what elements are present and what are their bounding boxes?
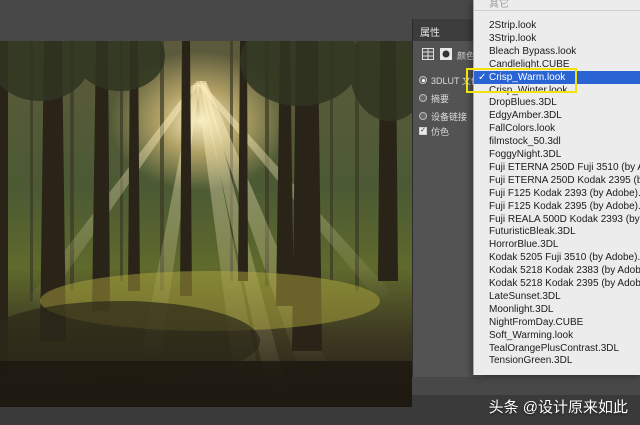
lut-menu-item-label: Kodak 5218 Kodak 2395 (by Adobe).cub (489, 278, 640, 289)
lut-menu-item[interactable]: Fuji ETERNA 250D Kodak 2395 (by Ado (474, 174, 640, 187)
lut-menu-item-label: Soft_Warming.look (489, 329, 574, 341)
lut-menu-item-label: Bleach Bypass.look (489, 45, 577, 57)
checkbox-dither[interactable]: ✓ (419, 127, 427, 135)
lut-menu-item-label: Candlelight.CUBE (489, 58, 570, 70)
properties-panel-title: 属性 (420, 28, 440, 39)
lut-menu-item-label: 3Strip.look (489, 32, 537, 44)
lut-menu-item-label: DropBlues.3DL (489, 97, 557, 109)
lut-menu-item[interactable]: FuturisticBleak.3DL (474, 225, 640, 238)
lut-menu-item[interactable]: FallColors.look (474, 122, 640, 135)
radio-abstract[interactable] (419, 94, 427, 102)
lut-menu-item[interactable]: filmstock_50.3dl (474, 135, 640, 148)
lut-menu-item[interactable]: HorrorBlue.3DL (474, 238, 640, 251)
lut-menu-item[interactable]: 2Strip.look (474, 19, 640, 32)
watermark: 头条 @设计原来如此 (488, 399, 628, 416)
forest-photo-drawing (0, 41, 412, 407)
lut-menu-item-label: 2Strip.look (489, 20, 537, 31)
lut-menu-item-label: FuturisticBleak.3DL (489, 226, 576, 238)
lut-menu-item[interactable]: FoggyNight.3DL (474, 148, 640, 161)
lut-menu-item[interactable]: TensionGreen.3DL (474, 354, 640, 367)
option-3dlut-file[interactable]: 3DLUT 文件 (419, 73, 480, 87)
lut-menu-item[interactable]: NightFromDay.CUBE (474, 316, 640, 329)
lut-menu-item-label: Fuji F125 Kodak 2395 (by Adobe).cube (489, 200, 640, 212)
lut-menu-item[interactable]: LateSunset.3DL (474, 290, 640, 303)
lut-menu-item[interactable]: TealOrangePlusContrast.3DL (474, 342, 640, 355)
radio-device-link[interactable] (419, 112, 427, 120)
lut-menu-item[interactable]: EdgyAmber.3DL (474, 109, 640, 122)
option-abstract-label: 摘要 (431, 93, 450, 104)
option-dither[interactable]: ✓ 仿色 (419, 124, 449, 138)
lut-menu-item-label: Fuji ETERNA 250D Kodak 2395 (by Ado (489, 174, 640, 186)
lut-menu-item[interactable]: Moonlight.3DL (474, 303, 640, 316)
lut-menu-item-label: TealOrangePlusContrast.3DL (489, 342, 620, 354)
grid-table-icon[interactable] (422, 48, 434, 60)
lut-menu-item-label: Kodak 5218 Kodak 2383 (by Adobe).cub (489, 265, 640, 277)
lut-menu-item-label: FallColors.look (489, 123, 556, 135)
option-abstract[interactable]: 摘要 (419, 91, 449, 105)
lut-menu-item[interactable]: Fuji REALA 500D Kodak 2393 (by Adobe (474, 213, 640, 226)
lut-dropdown-menu: 其它 2Strip.look 3Strip.look Bleach Bypass.l… (473, 0, 640, 375)
option-device-link[interactable]: 设备链接 (419, 109, 467, 123)
lut-menu-item[interactable]: Soft_Warming.look (474, 329, 640, 342)
lut-menu-item-label: EdgyAmber.3DL (489, 110, 562, 122)
lut-menu-item[interactable]: Candlelight.CUBE (474, 58, 640, 71)
lut-menu-item[interactable]: Fuji ETERNA 250D Fuji 3510 (by Adobe (474, 161, 640, 174)
lut-menu-item-selected[interactable]: ✓ Crisp_Warm.look (474, 70, 640, 84)
lut-menu-item-label: LateSunset.3DL (489, 290, 561, 302)
lut-menu-item[interactable]: Kodak 5218 Kodak 2395 (by Adobe).cub (474, 277, 640, 290)
forest-photo (0, 41, 412, 407)
lut-menu-item-label: Crisp_Warm.look (489, 71, 566, 83)
lut-menu-item[interactable]: DropBlues.3DL (474, 96, 640, 109)
lut-menu-item[interactable]: Fuji F125 Kodak 2393 (by Adobe).cube (474, 187, 640, 200)
checkmark-icon: ✓ (478, 71, 487, 83)
lut-menu-item-label: Fuji REALA 500D Kodak 2393 (by Adobe (489, 213, 640, 225)
lut-menu-item-label: Moonlight.3DL (489, 303, 554, 315)
lut-menu-item[interactable]: Crisp_Winter.look (474, 84, 640, 97)
lut-menu-item-label: Fuji F125 Kodak 2393 (by Adobe).cube (489, 187, 640, 199)
lut-menu-item-label: Fuji ETERNA 250D Fuji 3510 (by Adobe (489, 161, 640, 173)
option-dither-label: 仿色 (431, 126, 450, 137)
lut-menu-item-label: filmstock_50.3dl (489, 136, 561, 148)
lut-menu-item[interactable]: Fuji F125 Kodak 2395 (by Adobe).cube (474, 200, 640, 213)
menu-header-other: 其它 (489, 0, 509, 10)
lut-menu-item[interactable]: Bleach Bypass.look (474, 45, 640, 58)
lut-menu-item-label: HorrorBlue.3DL (489, 239, 559, 251)
lut-menu-item[interactable]: Kodak 5205 Fuji 3510 (by Adobe).cube (474, 251, 640, 264)
lut-menu-item-label: TensionGreen.3DL (489, 355, 573, 367)
lut-menu-item[interactable]: Kodak 5218 Kodak 2383 (by Adobe).cub (474, 264, 640, 277)
menu-separator (474, 10, 640, 11)
lut-menu-item[interactable]: 3Strip.look (474, 32, 640, 45)
lut-menu-item-label: NightFromDay.CUBE (489, 316, 584, 328)
lut-menu-item-label: FoggyNight.3DL (489, 149, 562, 160)
radio-3dlut-file[interactable] (419, 76, 427, 84)
lut-menu-item-label: Crisp_Winter.look (489, 84, 568, 96)
option-device-link-label: 设备链接 (431, 111, 468, 122)
mask-circle-icon[interactable] (440, 48, 452, 60)
lut-menu-item-label: Kodak 5205 Fuji 3510 (by Adobe).cube (489, 252, 640, 264)
